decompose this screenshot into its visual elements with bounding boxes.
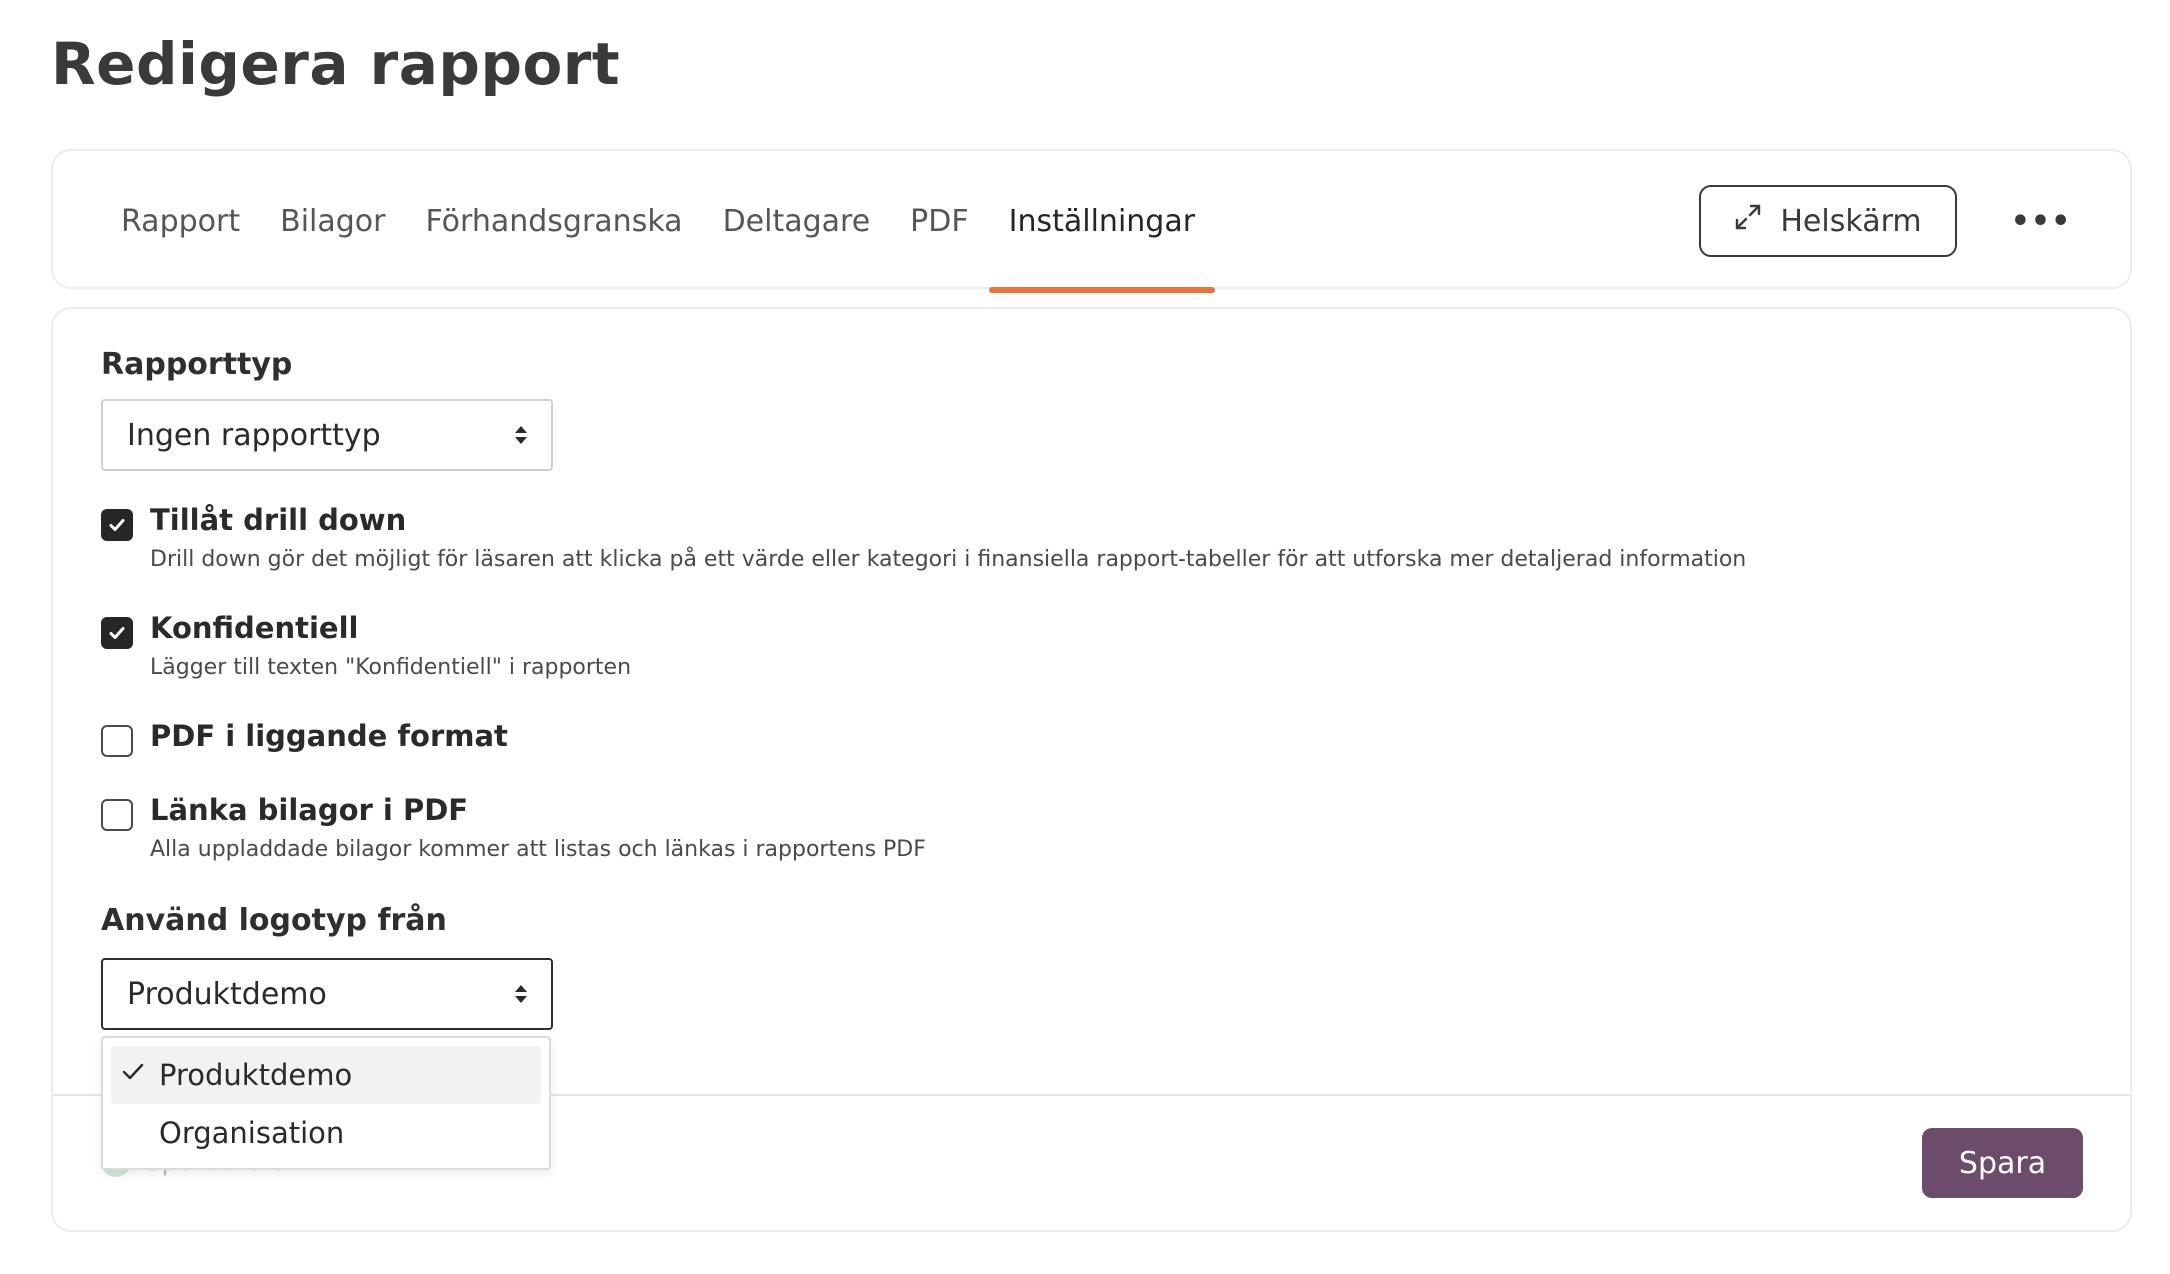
checkmark-icon — [109, 519, 125, 531]
drill-down-title: Tillåt drill down — [150, 503, 407, 537]
page-title: Redigera rapport — [51, 30, 621, 98]
fullscreen-label: Helskärm — [1780, 203, 1922, 239]
sort-arrows-icon — [515, 985, 527, 1003]
tab-bilagor[interactable]: Bilagor — [260, 151, 405, 291]
save-button[interactable]: Spara — [1922, 1128, 2083, 1198]
report-type-value: Ingen rapporttyp — [127, 417, 381, 453]
tab-pdf[interactable]: PDF — [890, 151, 988, 291]
more-options-button[interactable]: ••• — [2011, 191, 2071, 251]
link-attachments-checkbox[interactable] — [101, 799, 133, 831]
drill-down-description: Drill down gör det möjligt för läsaren a… — [150, 547, 1747, 572]
link-attachments-description: Alla uppladdade bilagor kommer att lista… — [150, 837, 926, 862]
logo-source-dropdown: Produktdemo Organisation — [101, 1036, 551, 1170]
sort-arrows-icon — [515, 426, 527, 444]
logo-source-select[interactable]: Produktdemo — [101, 958, 553, 1030]
fullscreen-button[interactable]: Helskärm — [1699, 185, 1957, 257]
tab-forhandsgranska[interactable]: Förhandsgranska — [405, 151, 702, 291]
drill-down-checkbox[interactable] — [101, 509, 133, 541]
tab-list: Rapport Bilagor Förhandsgranska Deltagar… — [121, 151, 1216, 293]
tab-bar: Rapport Bilagor Förhandsgranska Deltagar… — [51, 149, 2132, 293]
landscape-pdf-title: PDF i liggande format — [150, 719, 508, 753]
report-type-label: Rapporttyp — [101, 347, 293, 382]
link-attachments-title: Länka bilagor i PDF — [150, 793, 469, 827]
logo-source-label: Använd logotyp från — [101, 903, 447, 938]
option-label: Produktdemo — [159, 1058, 353, 1092]
tab-installningar[interactable]: Inställningar — [988, 151, 1216, 293]
tab-deltagare[interactable]: Deltagare — [703, 151, 891, 291]
expand-icon — [1734, 203, 1762, 239]
confidential-checkbox[interactable] — [101, 617, 133, 649]
check-icon — [122, 1063, 144, 1080]
option-organisation[interactable]: Organisation — [111, 1104, 541, 1162]
option-label: Organisation — [159, 1116, 345, 1150]
landscape-pdf-checkbox[interactable] — [101, 725, 133, 757]
report-type-select[interactable]: Ingen rapporttyp — [101, 399, 553, 471]
confidential-title: Konfidentiell — [150, 611, 359, 645]
ellipsis-icon: ••• — [2010, 203, 2072, 239]
confidential-description: Lägger till texten "Konfidentiell" i rap… — [150, 655, 632, 680]
option-produktdemo[interactable]: Produktdemo — [111, 1046, 541, 1104]
checkmark-icon — [109, 627, 125, 639]
logo-source-value: Produktdemo — [127, 976, 327, 1012]
tab-rapport[interactable]: Rapport — [121, 151, 260, 291]
